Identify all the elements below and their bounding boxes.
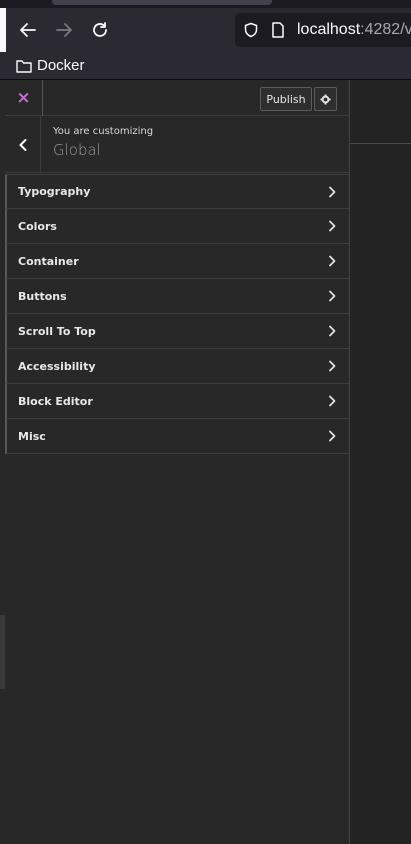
back-to-panels-button[interactable] (5, 116, 41, 173)
back-button[interactable] (16, 18, 40, 42)
page-viewport: × Publish You are customizing Global Typ… (0, 80, 411, 844)
chevron-right-icon (329, 186, 336, 197)
gear-icon (320, 93, 331, 105)
customizing-info: You are customizing Global (53, 126, 153, 159)
section-label: Buttons (18, 289, 67, 303)
chevron-right-icon (329, 220, 336, 232)
section-container[interactable]: Container (5, 244, 349, 279)
publish-button[interactable]: Publish (260, 87, 312, 111)
shield-icon[interactable] (243, 22, 259, 38)
section-label: Typography (18, 185, 91, 198)
section-label: Scroll To Top (18, 324, 96, 338)
chevron-right-icon (329, 360, 336, 372)
url-text: localhost:4282/v (297, 21, 411, 39)
section-label: Accessibility (18, 359, 96, 373)
customizer-header: × Publish (5, 80, 349, 116)
url-bar[interactable]: localhost:4282/v (235, 13, 411, 47)
chevron-right-icon (329, 430, 336, 442)
publish-settings-button[interactable] (314, 87, 337, 111)
close-customizer-button[interactable]: × (5, 80, 43, 116)
preview-divider (350, 143, 411, 144)
page-icon[interactable] (271, 22, 285, 38)
section-label: Container (18, 254, 79, 268)
chevron-right-icon (329, 395, 336, 407)
chevron-right-icon (329, 255, 336, 267)
section-buttons[interactable]: Buttons (5, 279, 349, 314)
tab-strip (0, 0, 411, 8)
browser-toolbar: localhost:4282/v (0, 8, 411, 52)
chevron-right-icon (329, 325, 336, 337)
url-host: localhost (297, 21, 361, 38)
reload-button[interactable] (88, 18, 112, 42)
section-label: Misc (18, 429, 46, 443)
customizing-title: Global (53, 141, 101, 159)
forward-button[interactable] (52, 18, 76, 42)
section-misc[interactable]: Misc (5, 419, 349, 454)
section-block-editor[interactable]: Block Editor (5, 384, 349, 419)
section-accessibility[interactable]: Accessibility (5, 349, 349, 384)
section-label: Colors (18, 219, 57, 233)
section-typography[interactable]: Typography (5, 174, 349, 209)
customizing-header: You are customizing Global (5, 116, 349, 173)
section-list: Typography Colors Container Buttons Scro… (5, 174, 349, 454)
scroll-indicator (0, 615, 5, 689)
chevron-left-icon (19, 138, 26, 151)
active-tab-edge[interactable] (52, 0, 272, 5)
customizing-label: You are customizing (53, 126, 154, 137)
bookmark-docker[interactable]: Docker (37, 57, 85, 74)
forward-arrow-icon (56, 23, 72, 37)
folder-icon (16, 59, 32, 73)
bookmarks-toolbar: Docker (0, 52, 411, 79)
close-icon: × (16, 88, 31, 108)
section-label: Block Editor (18, 394, 93, 408)
section-colors[interactable]: Colors (5, 209, 349, 244)
customizer-panel: × Publish You are customizing Global Typ… (0, 80, 350, 844)
reload-icon (93, 22, 107, 37)
chevron-right-icon (329, 290, 336, 302)
window-edge (0, 8, 6, 54)
back-arrow-icon (20, 23, 36, 37)
url-port: :4282/v (360, 21, 411, 38)
section-scroll-to-top[interactable]: Scroll To Top (5, 314, 349, 349)
